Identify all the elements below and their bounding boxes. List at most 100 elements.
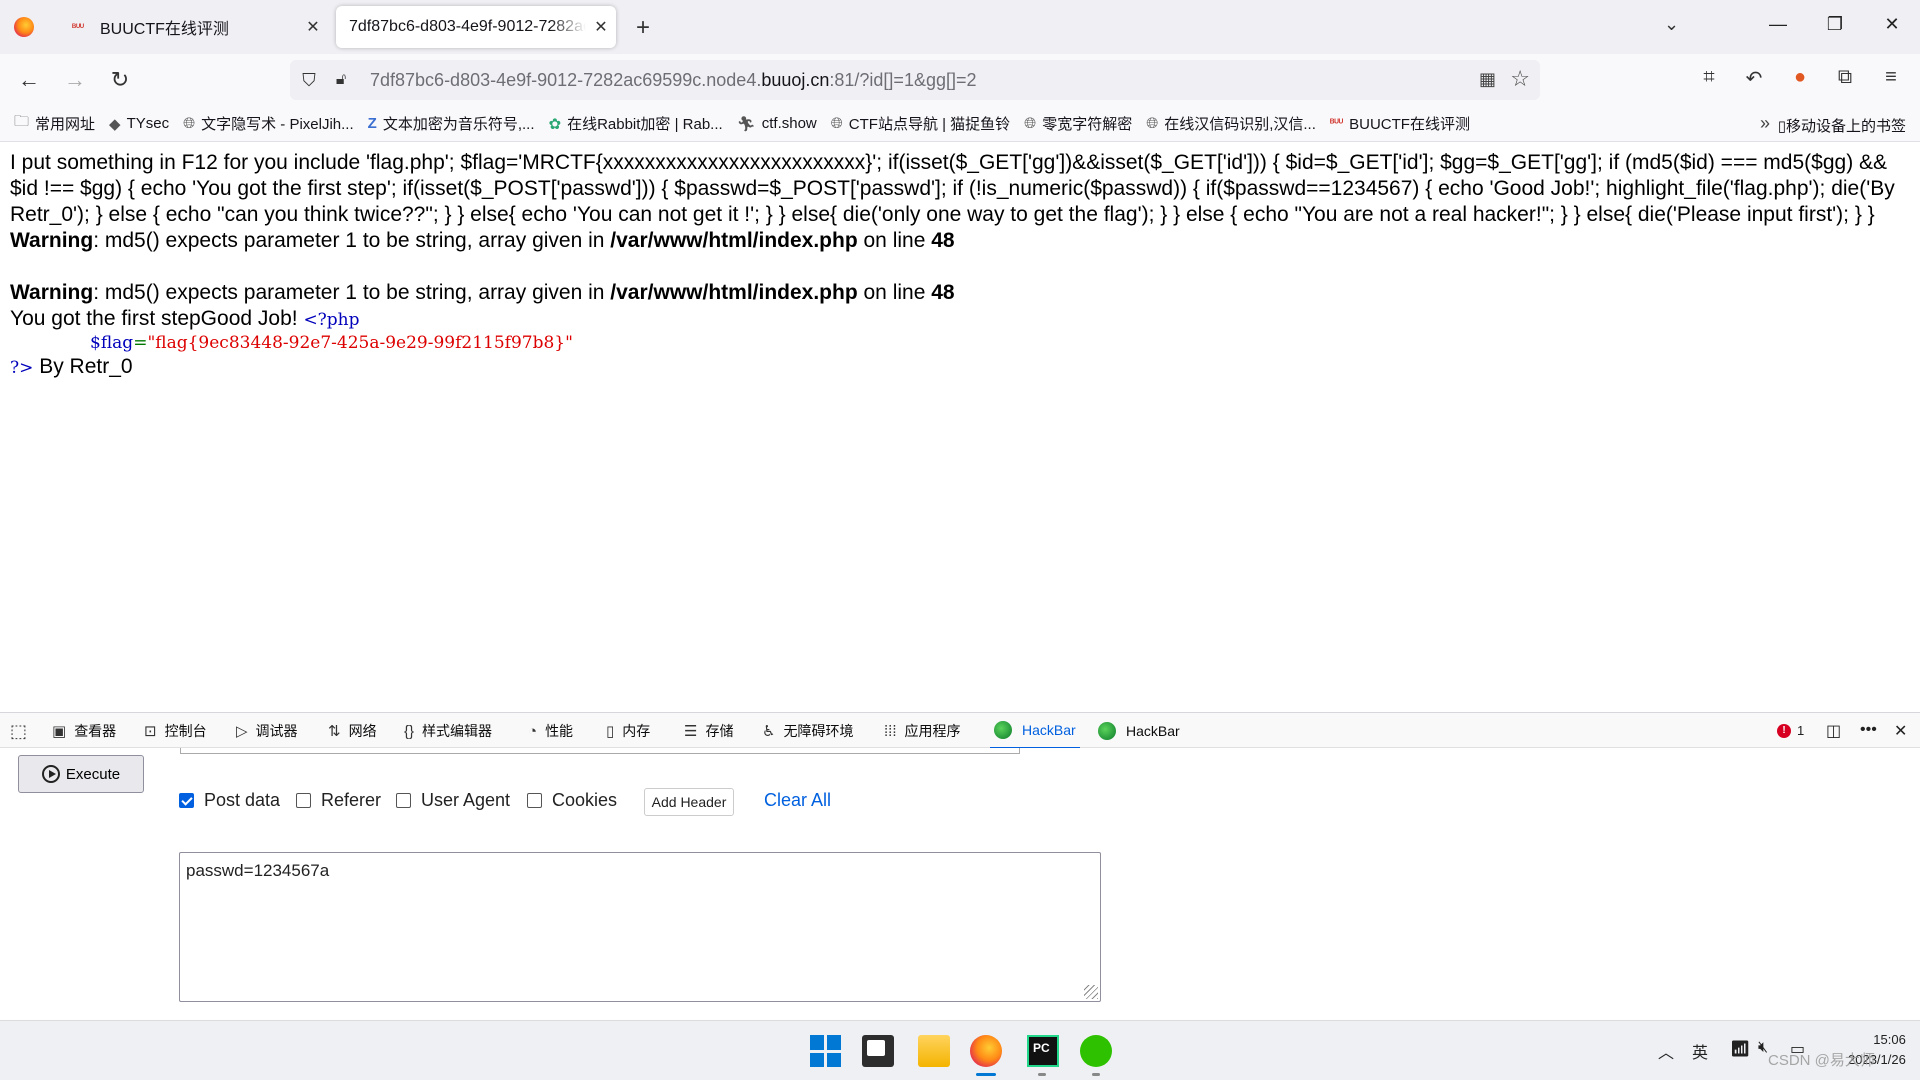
hackbar-icon bbox=[1098, 722, 1116, 740]
bookmark-item[interactable]: ◆ TYsec bbox=[109, 115, 169, 133]
network-icon: ⇅ bbox=[328, 723, 341, 740]
tab-style-editor[interactable]: {} 样式编辑器 bbox=[404, 713, 492, 749]
bookmark-item[interactable]: 🗀 常用网址 bbox=[14, 111, 95, 136]
referer-checkbox[interactable]: Referer bbox=[296, 790, 381, 811]
firefox-taskbar-icon[interactable] bbox=[970, 1035, 1002, 1067]
memory-icon: ▯ bbox=[606, 723, 615, 740]
element-picker-icon[interactable]: ⬚ bbox=[10, 713, 35, 749]
bookmark-item[interactable]: Z 文本加密为音乐符号,... bbox=[368, 113, 535, 134]
bookmark-item[interactable]: 🏃︎ ctf.show bbox=[737, 115, 817, 133]
dock-side-icon[interactable]: ◫ bbox=[1826, 721, 1841, 741]
tab-performance[interactable]: ◔ 性能 bbox=[528, 713, 573, 749]
tab-network[interactable]: ⇅ 网络 bbox=[328, 713, 377, 749]
devtools-toolbar: ⬚ ▣ 查看器 ⊡ 控制台 ▷ 调试器 ⇅ 网络 {} 样式编辑器 ◔ 性能 ▯ 内存 ☰ 存储… bbox=[0, 712, 1920, 749]
shield-icon[interactable]: ⛉ bbox=[298, 70, 320, 91]
back-button[interactable]: ← bbox=[14, 66, 44, 94]
close-window-button[interactable]: ✕ bbox=[1872, 14, 1912, 35]
qr-code-icon[interactable]: ▦ bbox=[1479, 69, 1496, 90]
bookmark-item[interactable]: ✿ 在线Rabbit加密 | Rab... bbox=[548, 113, 722, 134]
url-text[interactable]: 7df87bc6-d803-4e9f-9012-7282ac69599c.nod… bbox=[370, 70, 977, 91]
running-app-indicator bbox=[1038, 1073, 1046, 1076]
restore-button[interactable]: ❐ bbox=[1815, 14, 1855, 35]
clear-all-link[interactable]: Clear All bbox=[764, 790, 831, 811]
bookmark-item[interactable]: 🌐︎ CTF站点导航 | 猫捉鱼铃 bbox=[831, 113, 1010, 134]
tab-memory[interactable]: ▯ 内存 bbox=[606, 713, 650, 749]
url-textarea-edge[interactable] bbox=[180, 748, 1020, 754]
close-icon[interactable]: ✕ bbox=[586, 17, 616, 37]
user-agent-checkbox[interactable]: User Agent bbox=[396, 790, 510, 811]
tab-buuctf[interactable]: ᴮᵁᵁ BUUCTF在线评测 ✕ bbox=[56, 6, 328, 48]
windows-start-icon[interactable] bbox=[810, 1035, 842, 1067]
bookmark-item[interactable]: ᴮᵁᵁ BUUCTF在线评测 bbox=[1330, 113, 1470, 134]
checkbox-checked[interactable] bbox=[179, 793, 194, 808]
wechat-icon[interactable] bbox=[1080, 1035, 1112, 1067]
new-tab-button[interactable]: + bbox=[630, 14, 656, 42]
debugger-icon: ▷ bbox=[236, 723, 248, 740]
php-warning: Warning: md5() expects parameter 1 to be… bbox=[10, 229, 955, 252]
tab-strip: ᴮᵁᵁ BUUCTF在线评测 ✕ 7df87bc6-d803-4e9f-9012… bbox=[0, 0, 1920, 54]
mobile-bookmarks[interactable]: ▯移动设备上的书签 bbox=[1778, 115, 1906, 136]
console-icon: ⊡ bbox=[144, 723, 157, 740]
hackbar-panel: Execute Post data Referer User Agent Coo… bbox=[0, 748, 1920, 1020]
cookies-checkbox[interactable]: Cookies bbox=[527, 790, 617, 811]
more-bookmarks-icon[interactable]: » bbox=[1760, 113, 1770, 134]
reply-icon[interactable]: ↶ bbox=[1739, 66, 1769, 91]
url-bar[interactable]: ⛉ 🔓︎ 7df87bc6-d803-4e9f-9012-7282ac69599… bbox=[290, 60, 1540, 100]
performance-icon: ◔ bbox=[528, 722, 538, 740]
globe-icon: 🌐︎ bbox=[1146, 115, 1159, 132]
gear-icon: ✿ bbox=[548, 115, 562, 133]
checkbox[interactable] bbox=[527, 793, 542, 808]
close-icon[interactable]: ✕ bbox=[298, 17, 328, 37]
checkbox[interactable] bbox=[296, 793, 311, 808]
firefox-menu-icon[interactable] bbox=[14, 17, 34, 37]
extension-noscript-icon[interactable]: ● bbox=[1785, 66, 1815, 89]
volume-muted-icon[interactable]: 🔇︎ bbox=[1758, 1039, 1768, 1057]
screenshot-icon[interactable]: ⌗ bbox=[1694, 66, 1724, 89]
php-warning: Warning: md5() expects parameter 1 to be… bbox=[10, 281, 955, 304]
more-options-icon[interactable]: ••• bbox=[1860, 721, 1877, 739]
wifi-icon[interactable]: 📶︎ bbox=[1730, 1039, 1750, 1059]
flag-line: $flag="flag{9ec83448-92e7-425a-9e29-99f2… bbox=[10, 332, 1910, 354]
pycharm-icon[interactable] bbox=[1027, 1035, 1059, 1067]
tray-overflow-icon[interactable]: ︿ bbox=[1658, 1039, 1674, 1063]
globe-icon: 🌐︎ bbox=[183, 115, 196, 132]
bookmark-star-icon[interactable]: ☆ bbox=[1510, 66, 1530, 92]
execute-button[interactable]: Execute bbox=[18, 755, 144, 793]
tab-debugger[interactable]: ▷ 调试器 bbox=[236, 713, 298, 749]
list-all-tabs-icon[interactable]: ⌄ bbox=[1664, 14, 1679, 35]
insecure-lock-icon[interactable]: 🔓︎ bbox=[330, 71, 352, 89]
tab-console[interactable]: ⊡ 控制台 bbox=[144, 713, 207, 749]
tab-accessibility[interactable]: ♿︎ 无障碍环境 bbox=[762, 713, 853, 749]
minimize-button[interactable]: — bbox=[1758, 14, 1798, 35]
mobile-icon: ▯ bbox=[1777, 118, 1786, 135]
by-text: By Retr_0 bbox=[39, 355, 133, 378]
close-devtools-icon[interactable]: ✕ bbox=[1894, 721, 1907, 741]
menu-icon[interactable]: ≡ bbox=[1876, 66, 1906, 89]
add-header-button[interactable]: Add Header bbox=[644, 788, 734, 816]
tab-hackbar-active[interactable]: HackBar bbox=[990, 713, 1080, 749]
tab-hackbar[interactable]: HackBar bbox=[1098, 713, 1180, 749]
resize-handle[interactable] bbox=[1084, 985, 1098, 999]
error-count-badge[interactable]: ! 1 bbox=[1777, 723, 1804, 738]
forward-button[interactable]: → bbox=[60, 66, 90, 94]
tab-inspector[interactable]: ▣ 查看器 bbox=[52, 713, 116, 749]
tab-challenge[interactable]: 7df87bc6-d803-4e9f-9012-7282ac69599c.nod… bbox=[336, 6, 616, 48]
tab-storage[interactable]: ☰ 存储 bbox=[684, 713, 733, 749]
globe-icon: 🌐︎ bbox=[1024, 115, 1037, 132]
bookmark-item[interactable]: 🌐︎ 零宽字符解密 bbox=[1024, 113, 1132, 134]
bookmark-item[interactable]: 🌐︎ 文字隐写术 - PixelJih... bbox=[183, 113, 354, 134]
bookmark-item[interactable]: 🌐︎ 在线汉信码识别,汉信... bbox=[1146, 113, 1316, 134]
tab-title: 7df87bc6-d803-4e9f-9012-7282ac69599c.nod… bbox=[349, 18, 586, 35]
extensions-icon[interactable]: ⧉ bbox=[1830, 66, 1860, 89]
file-explorer-icon[interactable] bbox=[918, 1035, 950, 1067]
post-data-checkbox[interactable]: Post data bbox=[179, 790, 280, 811]
reload-button[interactable]: ↻ bbox=[105, 66, 135, 94]
post-data-textarea[interactable]: passwd=1234567a bbox=[179, 852, 1101, 1002]
source-echo-text: I put something in F12 for you include '… bbox=[10, 151, 1895, 226]
task-view-icon[interactable] bbox=[862, 1035, 894, 1067]
buuctf-icon: ᴮᵁᵁ bbox=[1329, 118, 1344, 129]
checkbox[interactable] bbox=[396, 793, 411, 808]
tab-application[interactable]: ⁞⁞⁞ 应用程序 bbox=[884, 713, 961, 749]
ime-indicator[interactable]: 英 bbox=[1692, 1039, 1708, 1063]
mask-icon: ◆ bbox=[109, 115, 121, 133]
